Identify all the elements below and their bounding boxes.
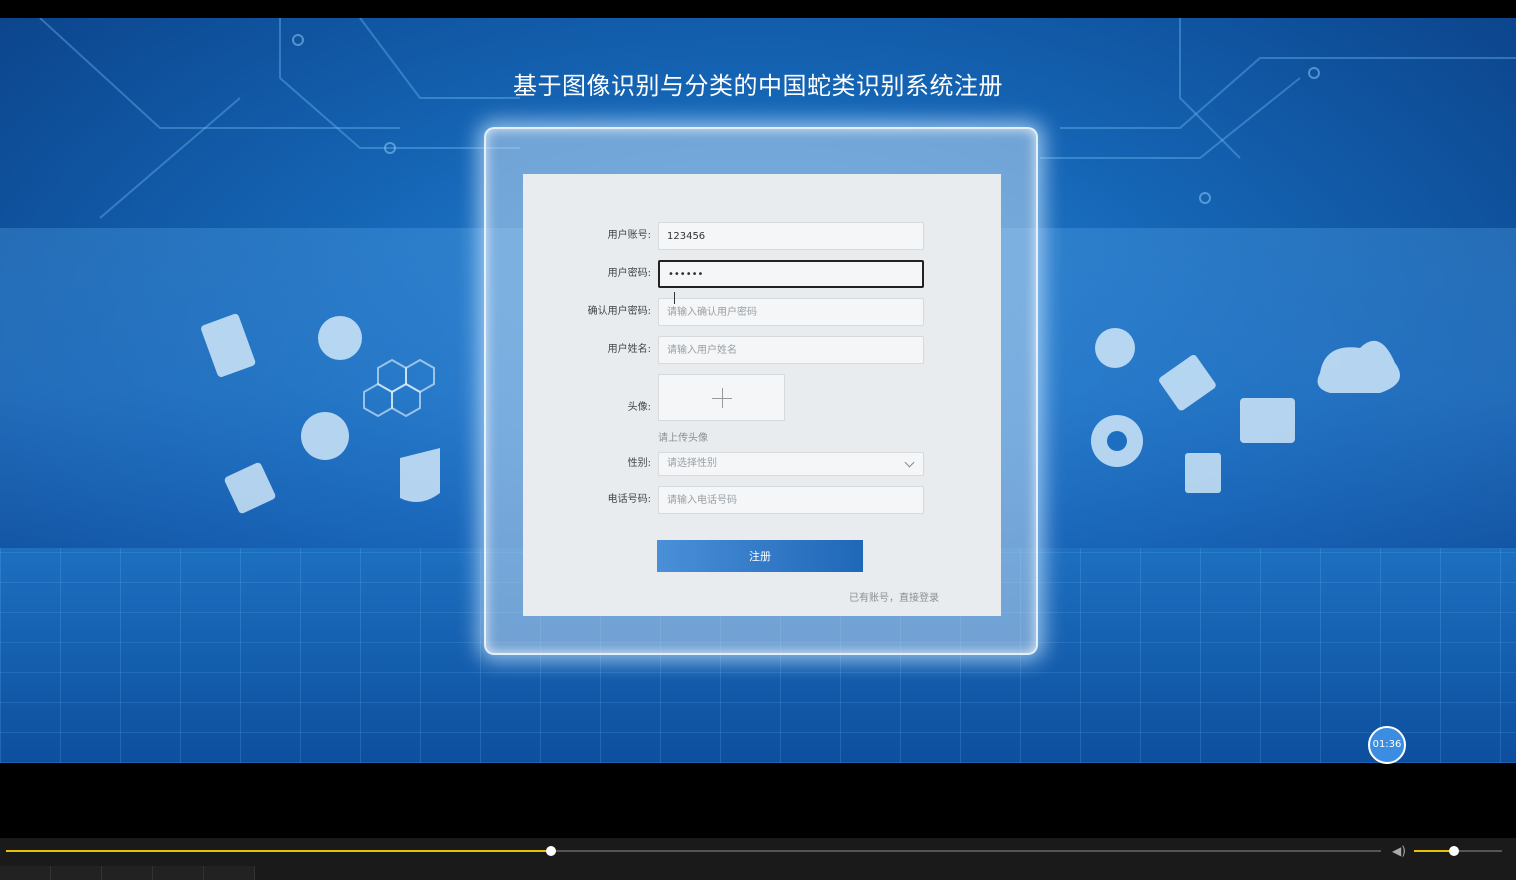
player-tab[interactable] — [153, 866, 204, 880]
progress-remaining[interactable] — [551, 850, 1381, 852]
name-row: 用户姓名: — [523, 336, 1001, 364]
text-cursor-icon — [674, 292, 675, 304]
confirm-password-label: 确认用户密码: — [587, 306, 651, 317]
avatar-upload-box[interactable] — [658, 374, 785, 421]
player-tab[interactable] — [102, 866, 153, 880]
confirm-password-row: 确认用户密码: — [523, 298, 1001, 326]
gender-row: 性别: 请选择性别 — [523, 452, 1001, 476]
register-button[interactable]: 注册 — [657, 540, 863, 572]
phone-input[interactable] — [658, 486, 924, 514]
register-panel: 用户账号: 用户密码: 确认用户密码: 用户姓名: 头像: 请上传头像 性别: … — [523, 174, 1001, 616]
video-player-bar: ◀) — [0, 838, 1516, 880]
top-black-bar — [0, 0, 1516, 18]
player-tabs — [0, 866, 1516, 880]
password-row: 用户密码: — [523, 260, 1001, 288]
progress-knob[interactable] — [546, 846, 556, 856]
player-tab[interactable] — [0, 866, 51, 880]
gender-label: 性别: — [627, 458, 651, 469]
volume-remaining[interactable] — [1454, 850, 1502, 852]
avatar-label: 头像: — [627, 402, 651, 413]
password-input[interactable] — [658, 260, 924, 288]
speaker-icon[interactable]: ◀) — [1392, 844, 1406, 858]
timer-badge[interactable]: 01:36 — [1368, 726, 1406, 764]
volume-knob[interactable] — [1449, 846, 1459, 856]
login-link[interactable]: 已有账号，直接登录 — [849, 589, 939, 604]
phone-label: 电话号码: — [607, 494, 651, 505]
phone-row: 电话号码: — [523, 486, 1001, 514]
player-tab[interactable] — [204, 866, 255, 880]
avatar-hint: 请上传头像 — [658, 433, 708, 444]
page-title: 基于图像识别与分类的中国蛇类识别系统注册 — [513, 72, 1003, 100]
gender-select[interactable]: 请选择性别 — [658, 452, 924, 476]
confirm-password-input[interactable] — [658, 298, 924, 326]
gender-select-value: 请选择性别 — [667, 458, 717, 469]
right-tech-icons — [1091, 328, 1400, 493]
chevron-down-icon — [904, 457, 915, 468]
name-input[interactable] — [658, 336, 924, 364]
left-tech-icons — [201, 313, 440, 514]
volume-played[interactable] — [1414, 850, 1454, 852]
name-label: 用户姓名: — [607, 344, 651, 355]
avatar-row: 头像: 请上传头像 — [523, 374, 1001, 444]
password-label: 用户密码: — [607, 268, 651, 279]
progress-played[interactable] — [6, 850, 551, 852]
account-input[interactable] — [658, 222, 924, 250]
account-label: 用户账号: — [607, 230, 651, 241]
player-tab[interactable] — [51, 866, 102, 880]
account-row: 用户账号: — [523, 222, 1001, 250]
